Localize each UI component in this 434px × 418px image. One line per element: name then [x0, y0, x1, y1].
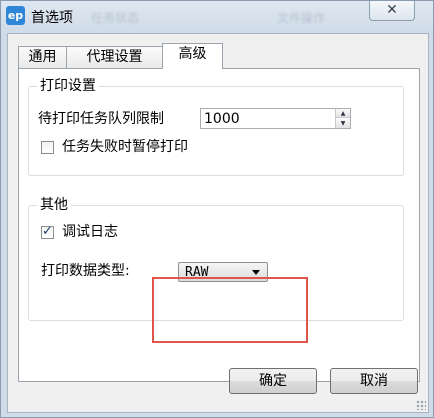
other-group-title: 其他	[37, 196, 71, 214]
close-button[interactable]: ✕	[369, 1, 415, 21]
cancel-button[interactable]: 取消	[330, 368, 418, 394]
pause-on-failure-checkbox[interactable]	[41, 141, 54, 154]
background-window-title: 文件操作	[277, 11, 326, 25]
tab-label: 通用	[28, 49, 57, 65]
spin-buttons: ▲ ▼	[335, 109, 350, 128]
cancel-button-label: 取消	[360, 373, 388, 389]
tab-label: 代理设置	[86, 49, 143, 65]
queue-limit-value[interactable]: 1000	[204, 110, 240, 128]
tab-advanced[interactable]: 高级	[162, 43, 223, 69]
ok-button-label: 确定	[259, 373, 287, 389]
tab-general[interactable]: 通用	[18, 46, 67, 68]
print-data-type-label: 打印数据类型:	[41, 263, 130, 279]
tab-proxy-settings[interactable]: 代理设置	[66, 46, 163, 68]
queue-limit-label: 待打印任务队列限制	[38, 111, 164, 127]
chevron-down-icon	[252, 270, 260, 275]
tab-label: 高级	[178, 46, 207, 62]
advanced-tab-panel: 打印设置 待打印任务队列限制 1000 ▲ ▼ 任务失败时暂停打印 其他 ✓ 调…	[18, 68, 420, 382]
pause-on-failure-label[interactable]: 任务失败时暂停打印	[62, 138, 188, 156]
print-settings-group: 打印设置 待打印任务队列限制 1000 ▲ ▼ 任务失败时暂停打印	[28, 77, 404, 176]
debug-log-label[interactable]: 调试日志	[62, 223, 118, 241]
preferences-dialog: ep 首选项 任务状态 文件操作 ✕ 通用 代理设置 高级 打印设置 待打印任务…	[0, 0, 434, 418]
close-icon: ✕	[386, 2, 398, 18]
checkmark-icon: ✓	[42, 224, 53, 239]
title-bar[interactable]: ep 首选项 任务状态 文件操作 ✕	[1, 1, 433, 31]
dialog-client-area: 通用 代理设置 高级 打印设置 待打印任务队列限制 1000 ▲ ▼ 任务失败时…	[7, 33, 429, 413]
spin-down-icon[interactable]: ▼	[336, 119, 350, 128]
ok-button[interactable]: 确定	[229, 368, 317, 394]
queue-limit-spinbox[interactable]: 1000 ▲ ▼	[200, 108, 351, 129]
annotation-highlight-box	[152, 277, 308, 343]
app-logo-icon: ep	[6, 6, 25, 25]
background-window-title: 任务状态	[91, 11, 140, 25]
resize-grip-icon[interactable]	[416, 400, 426, 410]
window-title: 首选项	[31, 10, 73, 26]
spin-up-icon[interactable]: ▲	[336, 109, 350, 118]
print-settings-group-title: 打印设置	[37, 77, 99, 95]
debug-log-checkbox[interactable]: ✓	[41, 224, 54, 239]
